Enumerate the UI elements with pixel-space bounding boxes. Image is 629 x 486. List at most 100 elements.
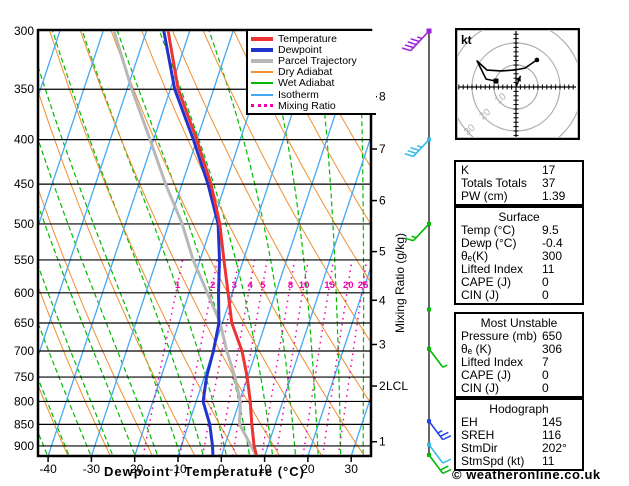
mixing-ratio-value-label: 10	[299, 280, 310, 291]
km-tick-label: 8	[379, 90, 386, 104]
km-tick-label: 1	[379, 435, 386, 449]
legend-label: Temperature	[278, 32, 337, 45]
wind-level-marker	[427, 221, 431, 226]
hodograph-trace-start	[493, 78, 499, 84]
table-row-label: K	[461, 163, 470, 177]
x-axis-label: Dewpoint / Temperature (°C)	[104, 464, 305, 479]
pressure-tick-label: 700	[14, 344, 34, 358]
mixing-ratio-value-label: 3	[232, 280, 237, 291]
wind-barb	[427, 307, 431, 312]
mixing-ratio-value-label: 25	[358, 280, 369, 291]
table-row: CIN (J) 0	[456, 289, 582, 302]
legend-label: Parcel Trajectory	[278, 54, 357, 67]
table-title: Hodograph	[489, 402, 549, 416]
legend-swatch	[251, 71, 273, 74]
table-row-label: θₑ(K)	[461, 249, 489, 263]
legend-swatch	[251, 104, 273, 108]
legend-swatch	[251, 47, 273, 52]
table-row-label: EH	[461, 415, 478, 429]
mixing-ratio-value-label: 4	[248, 280, 254, 291]
pressure-tick-label: 500	[14, 217, 34, 231]
wind-level-marker	[427, 137, 431, 142]
legend-item: Wet Adiabat	[251, 77, 374, 90]
indices-tables: K 17 Totals Totals 37 PW (cm) 1.39 Surface Temp…	[454, 160, 584, 471]
table-row-label: Pressure (mb)	[461, 329, 538, 343]
wind-level-marker	[426, 28, 432, 34]
stats-table: Most Unstable Pressure (mb) 650 θₑ (K) 306 Li…	[454, 312, 584, 398]
mixing-ratio-value-label: 15	[324, 280, 335, 291]
legend-swatch	[251, 93, 273, 96]
table-row-label: StmDir	[461, 441, 498, 455]
table-row-label: CIN (J)	[461, 288, 499, 302]
km-tick-label: 3	[379, 337, 386, 351]
table-row-label: Totals Totals	[461, 176, 527, 190]
stats-table: K 17 Totals Totals 37 PW (cm) 1.39	[454, 160, 584, 206]
table-row-label: θₑ (K)	[461, 342, 492, 356]
table-row-value: 0	[542, 288, 549, 302]
mixing-ratio-axis-label: Mixing Ratio (g/kg)	[393, 233, 407, 333]
km-tick-label: 6	[379, 194, 386, 208]
pressure-tick-label: 550	[14, 253, 34, 267]
table-row-label: SREH	[461, 428, 495, 442]
legend-label: Dewpoint	[278, 43, 322, 56]
stats-table: Surface Temp (°C) 9.5 Dewp (°C) -0.4 θₑ(K) 300…	[454, 206, 584, 305]
table-row-label: StmSpd (kt)	[461, 454, 525, 468]
pressure-tick-label: 900	[14, 439, 34, 453]
pressure-tick-label: 350	[14, 82, 34, 96]
km-tick-label: 2	[379, 379, 386, 393]
km-tick-label: 7	[379, 142, 386, 156]
pressure-tick-label: 750	[14, 370, 34, 384]
wind-level-marker	[427, 442, 431, 447]
table-row-label: PW (cm)	[461, 189, 508, 203]
legend-item: Dewpoint	[251, 43, 374, 56]
table-row-label: CIN (J)	[461, 381, 499, 395]
table-row-value: 1.39	[542, 189, 566, 203]
km-tick-label: 4	[379, 293, 386, 307]
table-row: PW (cm) 1.39	[456, 190, 582, 203]
legend-item: Dry Adiabat	[251, 66, 374, 79]
legend-item: Isotherm	[251, 88, 374, 101]
table-row-label: Temp (°C)	[461, 223, 516, 237]
hodograph-unit-label: kt	[461, 33, 472, 47]
table-row-value: 11	[542, 454, 555, 468]
wind-level-marker	[427, 307, 431, 312]
table-row: StmSpd (kt) 11	[456, 455, 582, 468]
legend-item: Mixing Ratio	[251, 99, 374, 112]
table-row-label: Dewp (°C)	[461, 236, 517, 250]
legend-swatch	[251, 82, 273, 85]
mixing-ratio-value-label: 1	[175, 280, 181, 291]
mixing-ratio-value-label: 20	[343, 280, 354, 291]
pressure-tick-label: 450	[14, 177, 34, 191]
mixing-ratio-value-label: 2	[210, 280, 215, 291]
legend-item: Parcel Trajectory	[251, 54, 374, 67]
pressure-tick-label: 850	[14, 417, 34, 431]
table-row-label: CAPE (J)	[461, 368, 512, 382]
pressure-tick-label: 400	[14, 133, 34, 147]
mixing-ratio-value-label: 8	[288, 280, 293, 291]
hodograph: 10203040kt	[455, 28, 580, 140]
wind-level-marker	[427, 419, 431, 424]
legend-label: Mixing Ratio	[278, 99, 336, 112]
legend-swatch	[251, 58, 273, 63]
pressure-tick-label: 800	[14, 394, 34, 408]
legend-swatch	[251, 36, 273, 41]
lcl-label: LCL	[386, 379, 408, 393]
table-row-label: Lifted Index	[461, 262, 524, 276]
pressure-tick-label: 650	[14, 316, 34, 330]
table-row-label: Lifted Index	[461, 355, 524, 369]
mixing-ratio-value-label: 5	[260, 280, 266, 291]
legend-label: Isotherm	[278, 88, 319, 101]
legend-label: Dry Adiabat	[278, 66, 333, 79]
legend-label: Wet Adiabat	[278, 77, 335, 90]
table-title: Surface	[498, 210, 540, 224]
wind-level-marker	[427, 346, 431, 351]
table-row: CIN (J) 0	[456, 382, 582, 395]
pressure-tick-label: 600	[14, 286, 34, 300]
km-tick-label: 5	[379, 245, 386, 259]
table-title: Most Unstable	[480, 316, 558, 330]
legend-item: Temperature	[251, 32, 374, 45]
table-row-label: CAPE (J)	[461, 275, 512, 289]
stats-table: Hodograph EH 145 SREH 116 StmDir 202° StmSpd (k…	[454, 398, 584, 471]
sounding-page: hPa 53°18'N 246°35'W 732m ASL km ASL 05.…	[0, 0, 629, 486]
wind-level-marker	[427, 453, 431, 457]
